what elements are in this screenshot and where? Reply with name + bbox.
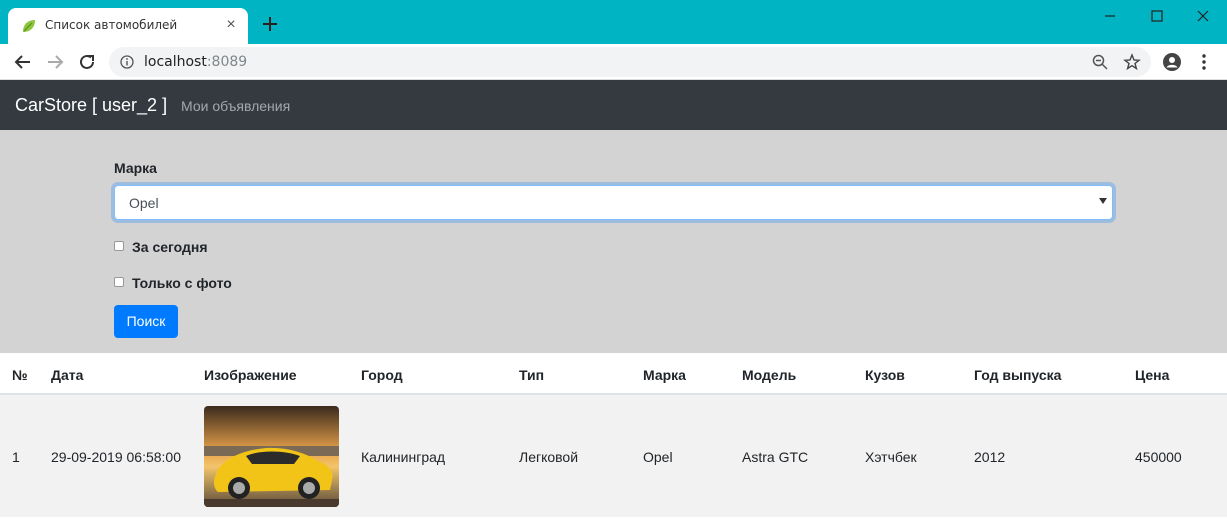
search-button[interactable]: Поиск [114, 305, 178, 338]
forward-icon[interactable] [44, 51, 66, 73]
car-photo[interactable] [204, 406, 339, 507]
browser-titlebar: Список автомобилей × [0, 0, 1227, 44]
leaf-icon [23, 20, 35, 32]
header-brand: Марка [643, 367, 686, 383]
minimize-icon[interactable] [1100, 6, 1120, 26]
cell-city: Калининград [361, 449, 446, 465]
my-ads-link[interactable]: Мои объявления [181, 98, 290, 114]
header-num: № [12, 367, 28, 383]
table-header: № Дата Изображение Город Тип Марка Модел… [0, 353, 1227, 395]
close-window-icon[interactable] [1193, 6, 1213, 26]
reload-icon[interactable] [76, 51, 98, 73]
cell-brand: Opel [643, 449, 673, 465]
header-model: Модель [742, 367, 797, 383]
navbar: CarStore [ user_2 ] Мои объявления [0, 80, 1227, 130]
cell-model: Astra GTC [742, 449, 809, 465]
new-tab-icon[interactable] [260, 14, 280, 34]
info-icon[interactable] [120, 55, 134, 69]
address-bar[interactable]: localhost:8089 [109, 47, 1151, 77]
cell-year: 2012 [974, 449, 1006, 465]
brand-select-value: Opel [129, 195, 159, 211]
header-year: Год выпуска [974, 367, 1062, 383]
header-image: Изображение [204, 367, 297, 383]
zoom-icon[interactable] [1091, 53, 1109, 71]
today-checkbox[interactable] [114, 241, 124, 251]
star-icon[interactable] [1123, 53, 1141, 71]
header-body: Кузов [865, 367, 905, 383]
page-content: CarStore [ user_2 ] Мои объявления Марка… [0, 80, 1227, 532]
header-type: Тип [519, 367, 545, 383]
header-price: Цена [1135, 367, 1170, 383]
table-row[interactable]: 1 29-09-2019 06:58:00 Калининград Легков… [0, 395, 1227, 517]
cell-date: 29-09-2019 06:58:00 [51, 449, 181, 465]
photo-label[interactable]: Только с фото [132, 275, 232, 291]
header-city: Город [361, 367, 403, 383]
tab-title: Список автомобилей [45, 18, 178, 32]
browser-tab[interactable]: Список автомобилей × [8, 8, 248, 44]
maximize-icon[interactable] [1147, 6, 1167, 26]
menu-icon[interactable] [1194, 52, 1214, 72]
today-label[interactable]: За сегодня [132, 239, 208, 255]
brand-select[interactable]: Opel [114, 185, 1113, 220]
url-port: :8089 [206, 54, 248, 70]
brand-label: Марка [114, 160, 157, 176]
browser-toolbar: localhost:8089 [0, 44, 1227, 80]
filter-form: Марка Opel За сегодня Только с фото Поис… [0, 130, 1227, 353]
account-icon[interactable] [1162, 52, 1182, 72]
car-photo-drawing [204, 406, 339, 507]
dropdown-arrow-icon [1099, 198, 1107, 204]
url-text: localhost:8089 [144, 54, 247, 70]
header-date: Дата [51, 367, 84, 383]
close-icon[interactable]: × [222, 16, 240, 34]
cell-num: 1 [12, 449, 20, 465]
url-host: localhost [144, 54, 207, 70]
photo-checkbox[interactable] [114, 277, 124, 287]
cell-price: 450000 [1135, 449, 1182, 465]
navbar-brand[interactable]: CarStore [ user_2 ] [15, 95, 167, 116]
cell-type: Легковой [519, 449, 579, 465]
back-icon[interactable] [12, 51, 34, 73]
cell-body: Хэтчбек [865, 449, 917, 465]
